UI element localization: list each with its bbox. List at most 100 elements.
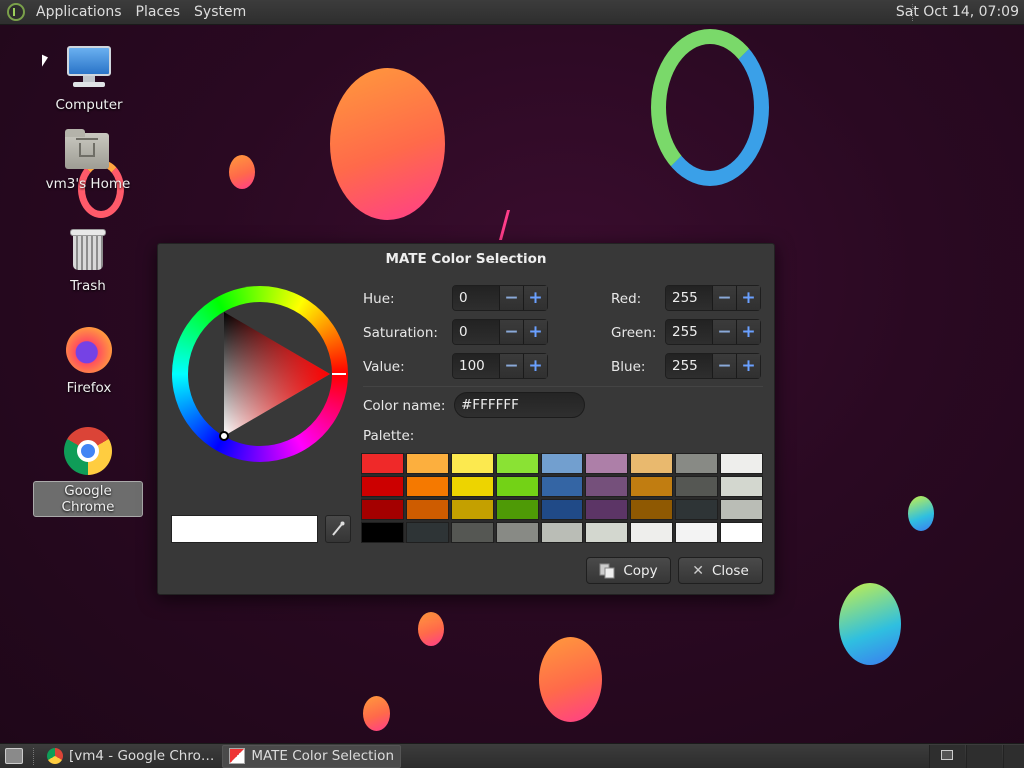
taskbar-item-chrome[interactable]: [vm4 - Google Chro… <box>41 745 220 768</box>
palette-swatch[interactable] <box>450 476 494 497</box>
dialog-title[interactable]: MATE Color Selection <box>158 244 774 274</box>
saturation-value[interactable]: 0 <box>453 320 499 344</box>
desktop-icon-home[interactable]: vm3's Home <box>33 129 143 193</box>
palette-swatch[interactable] <box>675 499 719 520</box>
wallpaper-shape <box>839 583 901 665</box>
panel-separator <box>33 747 35 765</box>
firefox-icon <box>66 327 112 373</box>
green-value[interactable]: 255 <box>666 320 712 344</box>
workspace-switcher-3[interactable] <box>1003 745 1024 768</box>
desktop-icon-firefox[interactable]: Firefox <box>34 327 144 397</box>
value-decrement-button[interactable]: − <box>499 354 523 378</box>
saturation-decrement-button[interactable]: − <box>499 320 523 344</box>
palette-swatch[interactable] <box>405 522 449 543</box>
palette-swatch[interactable] <box>630 522 674 543</box>
desktop-icon-chrome[interactable]: Google Chrome <box>33 427 143 517</box>
green-decrement-button[interactable]: − <box>712 320 736 344</box>
palette-swatch[interactable] <box>585 476 629 497</box>
color-name-entry[interactable]: #FFFFFF <box>454 392 585 418</box>
palette-swatch[interactable] <box>630 476 674 497</box>
copy-button[interactable]: Copy <box>586 557 671 584</box>
clock[interactable]: Sat Oct 14, 07:09 <box>896 0 1019 25</box>
value-increment-button[interactable]: + <box>523 354 547 378</box>
desktop-icon-label: Google Chrome <box>33 481 143 517</box>
blue-increment-button[interactable]: + <box>736 354 760 378</box>
red-increment-button[interactable]: + <box>736 286 760 310</box>
palette-grid <box>361 453 763 543</box>
palette-swatch[interactable] <box>540 453 584 474</box>
wallpaper-shape <box>363 696 390 731</box>
palette-swatch[interactable] <box>450 453 494 474</box>
red-decrement-button[interactable]: − <box>712 286 736 310</box>
palette-swatch[interactable] <box>405 499 449 520</box>
blue-value[interactable]: 255 <box>666 354 712 378</box>
palette-swatch[interactable] <box>495 453 539 474</box>
palette-swatch[interactable] <box>585 453 629 474</box>
red-spinbutton[interactable]: 255 − + <box>665 285 761 311</box>
palette-swatch[interactable] <box>630 499 674 520</box>
chrome-icon <box>47 748 63 764</box>
eyedropper-button[interactable] <box>325 515 351 543</box>
wallpaper-shape <box>498 210 522 240</box>
palette-swatch[interactable] <box>675 476 719 497</box>
palette-swatch[interactable] <box>361 522 404 543</box>
palette-swatch[interactable] <box>720 522 763 543</box>
palette-swatch[interactable] <box>361 453 404 474</box>
palette-swatch[interactable] <box>450 522 494 543</box>
hue-value[interactable]: 0 <box>453 286 499 310</box>
blue-decrement-button[interactable]: − <box>712 354 736 378</box>
blue-spinbutton[interactable]: 255 − + <box>665 353 761 379</box>
menu-applications[interactable]: Applications <box>29 0 129 25</box>
palette-swatch[interactable] <box>720 499 763 520</box>
hue-spinbutton[interactable]: 0 − + <box>452 285 548 311</box>
green-spinbutton[interactable]: 255 − + <box>665 319 761 345</box>
workspace-switcher-1[interactable] <box>929 745 965 768</box>
desktop-icon-computer[interactable]: Computer <box>34 46 144 114</box>
red-value[interactable]: 255 <box>666 286 712 310</box>
palette-swatch[interactable] <box>540 522 584 543</box>
palette-swatch[interactable] <box>585 499 629 520</box>
value-label: Value: <box>363 359 405 375</box>
palette-swatch[interactable] <box>495 499 539 520</box>
hue-decrement-button[interactable]: − <box>499 286 523 310</box>
saturation-increment-button[interactable]: + <box>523 320 547 344</box>
home-folder-icon <box>65 129 111 169</box>
taskbar-item-color-selection[interactable]: MATE Color Selection <box>222 744 401 768</box>
saturation-spinbutton[interactable]: 0 − + <box>452 319 548 345</box>
palette-swatch[interactable] <box>720 476 763 497</box>
mate-logo-icon[interactable] <box>7 3 25 21</box>
palette-swatch[interactable] <box>540 499 584 520</box>
green-increment-button[interactable]: + <box>736 320 760 344</box>
workspace-switcher-2[interactable] <box>966 745 1002 768</box>
palette-swatch[interactable] <box>675 522 719 543</box>
palette-swatch[interactable] <box>630 453 674 474</box>
menu-places[interactable]: Places <box>129 0 188 25</box>
wallpaper-shape <box>418 612 444 646</box>
palette-swatch[interactable] <box>585 522 629 543</box>
palette-swatch[interactable] <box>450 499 494 520</box>
computer-icon <box>65 46 113 90</box>
palette-swatch[interactable] <box>405 476 449 497</box>
close-button[interactable]: ✕ Close <box>678 557 763 584</box>
palette-swatch[interactable] <box>361 476 404 497</box>
value-value[interactable]: 100 <box>453 354 499 378</box>
palette-swatch[interactable] <box>361 499 404 520</box>
copy-icon <box>599 563 615 578</box>
eyedropper-icon <box>332 521 345 536</box>
color-selection-icon <box>229 748 246 764</box>
palette-swatch[interactable] <box>495 476 539 497</box>
desktop-icon-label: Computer <box>55 97 123 113</box>
palette-swatch[interactable] <box>405 453 449 474</box>
palette-swatch[interactable] <box>540 476 584 497</box>
desktop-icon-trash[interactable]: Trash <box>33 229 143 295</box>
palette-swatch[interactable] <box>675 453 719 474</box>
wallpaper-shape <box>539 637 602 722</box>
palette-swatch[interactable] <box>720 453 763 474</box>
palette-swatch[interactable] <box>495 522 539 543</box>
show-desktop-icon[interactable] <box>5 748 23 764</box>
menu-system[interactable]: System <box>187 0 253 25</box>
value-spinbutton[interactable]: 100 − + <box>452 353 548 379</box>
color-wheel[interactable] <box>172 286 348 462</box>
hue-increment-button[interactable]: + <box>523 286 547 310</box>
red-label: Red: <box>611 291 642 307</box>
